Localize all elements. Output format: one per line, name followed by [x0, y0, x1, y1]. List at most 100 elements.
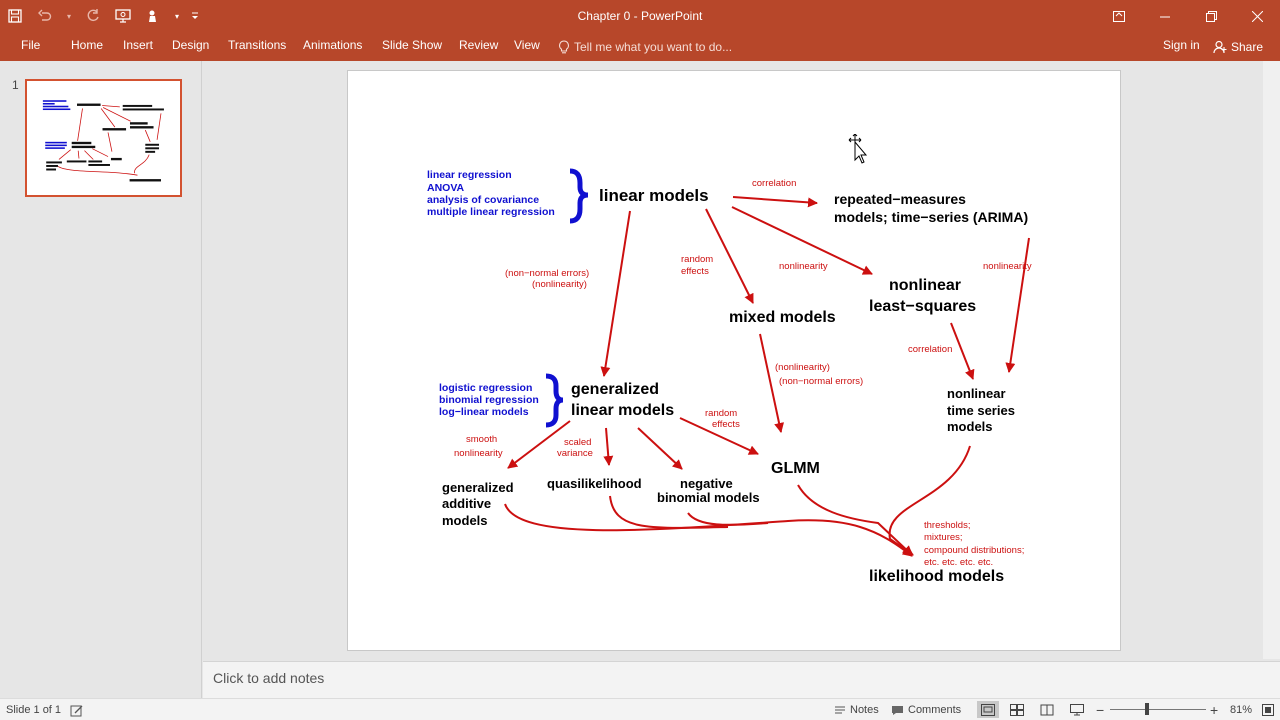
- comment-icon: [892, 705, 903, 715]
- node-linear-models: linear models: [599, 186, 709, 205]
- notes-button[interactable]: Notes: [834, 699, 879, 720]
- label-random-2b: effects: [712, 419, 740, 430]
- restore-icon: [1205, 10, 1217, 22]
- node-gam-2: additive: [442, 496, 491, 511]
- label-random-2a: random: [705, 408, 737, 419]
- slide-sorter-icon: [1010, 703, 1024, 716]
- notes-label: Notes: [850, 703, 879, 716]
- touch-mode-button[interactable]: [138, 0, 168, 32]
- node-glmm: GLMM: [771, 460, 820, 477]
- label-scaled-b: variance: [557, 448, 593, 459]
- tell-me-text: Tell me what you want to do...: [574, 39, 733, 54]
- label-nonnormal-1a: (non−normal errors): [505, 268, 589, 279]
- zoom-level[interactable]: 81%: [1230, 699, 1252, 720]
- minimize-button[interactable]: [1142, 0, 1188, 32]
- start-presentation-button[interactable]: [108, 0, 138, 32]
- comments-button[interactable]: Comments: [891, 699, 961, 720]
- label-scaled-a: scaled: [564, 437, 591, 448]
- undo-button[interactable]: [30, 0, 60, 32]
- arrow-glm-to-quasi: [603, 427, 614, 466]
- label-smooth-b: nonlinearity: [454, 448, 503, 459]
- notes-icon: [835, 706, 845, 714]
- share-label: Share: [1231, 39, 1264, 54]
- restore-button[interactable]: [1188, 0, 1234, 32]
- zoom-slider-thumb[interactable]: [1145, 703, 1149, 715]
- tab-animations[interactable]: Animations: [303, 32, 362, 61]
- node-nls-2: least−squares: [869, 298, 976, 315]
- label-nonnormal-1b: (nonlinearity): [532, 279, 587, 290]
- touch-mode-icon: [149, 10, 156, 22]
- ribbon-display-options-button[interactable]: [1096, 0, 1142, 32]
- close-button[interactable]: [1234, 0, 1280, 32]
- title-bar: ▾ ▾ Chapter 0 - PowerPoint: [0, 0, 1280, 32]
- node-negbin-2: binomial models: [657, 490, 760, 505]
- arrow-linear-to-repeated: [732, 196, 818, 208]
- tab-slide-show[interactable]: Slide Show: [382, 32, 442, 61]
- vertical-scrollbar[interactable]: [1263, 61, 1280, 659]
- tab-design[interactable]: Design: [172, 32, 209, 61]
- fit-slide-button[interactable]: [1262, 699, 1274, 720]
- slide-thumbnail-1[interactable]: [25, 79, 182, 197]
- normal-view-icon: [981, 703, 995, 716]
- slide-sorter-button[interactable]: [1006, 701, 1028, 718]
- notes-pane[interactable]: Click to add notes: [203, 661, 1280, 698]
- node-glm-1: generalized: [571, 381, 659, 398]
- label-thresholds-2: mixtures;: [924, 532, 963, 543]
- slide-count-text: Slide 1 of 1: [6, 703, 62, 716]
- arrow-glm-to-negbin: [637, 427, 683, 470]
- lightbulb-icon: [559, 39, 569, 53]
- label-smooth-a: smooth: [466, 434, 497, 445]
- label-nonnormal-2a: (nonlinearity): [775, 362, 830, 373]
- touch-mode-dropdown[interactable]: ▾: [168, 0, 186, 32]
- node-nl-ts-1: nonlinear: [947, 386, 1006, 401]
- zoom-in-button[interactable]: +: [1210, 699, 1218, 720]
- save-button[interactable]: [0, 0, 30, 32]
- slide-canvas[interactable]: linear regression ANOVA analysis of cova…: [347, 70, 1121, 651]
- tab-transitions[interactable]: Transitions: [228, 32, 286, 61]
- node-likelihood-models: likelihood models: [869, 568, 1004, 585]
- node-repeated-measures-1: repeated−measures: [834, 191, 966, 207]
- sign-in-link[interactable]: Sign in: [1163, 32, 1200, 61]
- note-anova: ANOVA: [427, 182, 465, 194]
- undo-dropdown[interactable]: ▾: [60, 0, 78, 32]
- undo-icon: [38, 9, 52, 21]
- tab-review[interactable]: Review: [459, 32, 498, 61]
- node-negbin-1: negative: [680, 476, 733, 491]
- node-gam-3: models: [442, 513, 488, 528]
- node-glm-2: linear models: [571, 402, 674, 419]
- close-icon: [1251, 10, 1263, 22]
- slide-show-button[interactable]: [1066, 701, 1088, 718]
- customize-qat-button[interactable]: [186, 0, 204, 32]
- tab-view[interactable]: View: [514, 32, 540, 61]
- comments-label: Comments: [908, 703, 962, 716]
- share-button[interactable]: Share: [1213, 32, 1263, 61]
- label-nonlinearity-1: nonlinearity: [779, 261, 828, 272]
- tell-me-box[interactable]: Tell me what you want to do...: [558, 32, 732, 61]
- notes-placeholder: Click to add notes: [213, 670, 325, 686]
- ribbon-display-icon: [1113, 10, 1125, 22]
- slide-thumbnail-pane: 1: [0, 61, 202, 698]
- reading-view-button[interactable]: [1036, 701, 1058, 718]
- redo-icon: [87, 9, 99, 22]
- brace-glm: [545, 373, 564, 428]
- arrow-repeated-to-nlts: [1005, 237, 1030, 373]
- node-nls-1: nonlinear: [889, 277, 961, 294]
- ribbon-tabs: File Home Insert Design Transitions Anim…: [0, 32, 1280, 61]
- tab-home[interactable]: Home: [71, 32, 103, 61]
- reading-view-icon: [1040, 704, 1054, 715]
- zoom-slider-track[interactable]: [1110, 709, 1206, 710]
- fit-to-window-icon: [1262, 704, 1274, 716]
- redo-button[interactable]: [78, 0, 108, 32]
- note-linear-regression: linear regression: [427, 169, 512, 181]
- spelling-check-button[interactable]: [70, 699, 84, 720]
- slide-info: Slide 1 of 1: [6, 699, 61, 720]
- move-cursor-icon: [848, 134, 868, 164]
- node-gam-1: generalized: [442, 480, 514, 495]
- tab-insert[interactable]: Insert: [123, 32, 153, 61]
- tab-file[interactable]: File: [21, 32, 40, 61]
- note-ancova: analysis of covariance: [427, 194, 539, 206]
- zoom-out-button[interactable]: −: [1096, 699, 1104, 720]
- normal-view-button[interactable]: [977, 701, 999, 718]
- save-icon: [8, 9, 22, 23]
- thumbnail-diagram: [42, 100, 164, 182]
